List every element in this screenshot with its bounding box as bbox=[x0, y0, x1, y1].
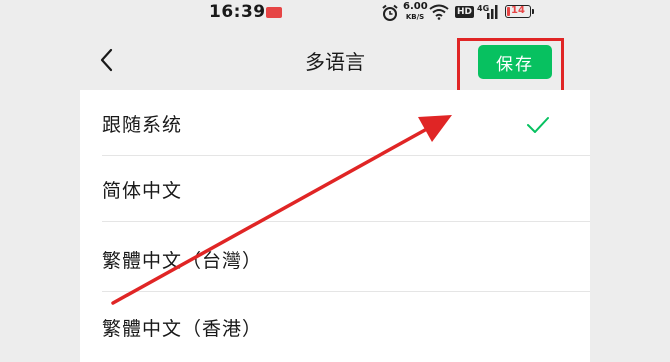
language-item-traditional-taiwan[interactable]: 繁體中文（台灣） bbox=[80, 226, 590, 292]
status-bar: 16:39 6.00 KB/S HD 4G 14 bbox=[0, 0, 670, 30]
signal-label: 4G bbox=[477, 4, 489, 13]
language-label: 繁體中文（香港） bbox=[102, 318, 263, 340]
language-item-traditional-hongkong[interactable]: 繁體中文（香港） bbox=[80, 294, 590, 360]
language-item-follow-system[interactable]: 跟随系统 bbox=[80, 90, 590, 156]
wifi-icon bbox=[429, 4, 449, 20]
signal-icon: 4G bbox=[477, 4, 498, 19]
hd-badge: HD bbox=[455, 6, 475, 18]
notification-badge-icon bbox=[266, 7, 282, 18]
nav-bar: 多语言 保存 bbox=[0, 30, 670, 90]
alarm-icon bbox=[382, 4, 398, 21]
save-button[interactable]: 保存 bbox=[478, 45, 552, 79]
language-label: 繁體中文（台灣） bbox=[102, 250, 263, 272]
language-list: 跟随系统 简体中文 繁體中文（台灣） 繁體中文（香港） bbox=[80, 90, 590, 362]
network-speed: 6.00 KB/S bbox=[403, 1, 428, 22]
battery-icon: 14 bbox=[505, 5, 534, 18]
check-icon bbox=[527, 117, 549, 133]
battery-level: 14 bbox=[511, 5, 525, 16]
language-item-simplified-chinese[interactable]: 简体中文 bbox=[80, 156, 590, 222]
language-label: 跟随系统 bbox=[102, 114, 183, 136]
language-label: 简体中文 bbox=[102, 180, 183, 202]
page-title: 多语言 bbox=[305, 50, 365, 74]
status-time: 16:39 bbox=[209, 2, 266, 22]
